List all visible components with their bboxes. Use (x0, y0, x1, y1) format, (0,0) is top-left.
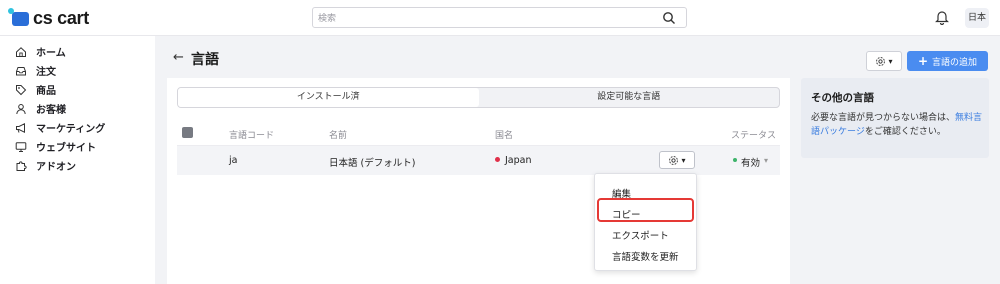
japan-flag-icon (495, 157, 500, 162)
tag-icon (16, 84, 27, 95)
status-indicator (733, 158, 737, 162)
sidebar-item-products[interactable]: 商品 (15, 82, 56, 97)
highlight-box (597, 198, 694, 222)
row-actions-button[interactable]: ▾ (659, 151, 695, 169)
search-placeholder: 検索 (318, 14, 337, 24)
sidebar-item-orders[interactable]: 注文 (15, 63, 56, 78)
tab-available[interactable]: 設定可能な言語 (479, 88, 780, 107)
inbox-icon (16, 66, 26, 75)
tab-installed[interactable]: インストール済 (178, 88, 479, 107)
gear-icon (669, 155, 679, 165)
search-input[interactable]: 検索 (312, 7, 687, 28)
sidebar-item-home[interactable]: ホーム (15, 44, 66, 59)
logo-text: cs cart (33, 8, 89, 28)
column-header-code[interactable]: 言語コード (229, 128, 274, 141)
caret-down-icon: ▾ (681, 155, 686, 165)
side-card-text: 必要な言語が見つからない場合は、無料言語パッケージをご確認ください。 (811, 111, 983, 139)
language-switcher[interactable]: 日本 (965, 8, 989, 28)
page-settings-button[interactable]: ▾ (866, 51, 902, 71)
column-header-name[interactable]: 名前 (329, 128, 347, 141)
row-status[interactable]: 有効 (741, 155, 760, 169)
sidebar-item-label: お客様 (36, 105, 66, 116)
sidebar-item-label: マーケティング (36, 124, 106, 135)
sidebar-item-label: 商品 (36, 86, 56, 97)
status-caret-icon[interactable]: ▾ (764, 156, 768, 165)
menu-item-export[interactable]: エクスポート (612, 228, 669, 242)
sidebar-item-label: 注文 (36, 67, 56, 78)
add-language-button[interactable]: + 言語の追加 (907, 51, 988, 71)
sidebar-item-customers[interactable]: お客様 (15, 101, 66, 116)
sidebar-item-label: アドオン (36, 162, 76, 173)
search-icon[interactable] (662, 11, 676, 25)
monitor-icon (15, 141, 27, 152)
row-actions-menu: 編集 コピー エクスポート 言語変数を更新 (594, 173, 697, 271)
page-title: 言語 (191, 52, 219, 68)
home-icon (16, 46, 26, 57)
back-arrow-icon[interactable]: ← (173, 50, 184, 65)
logo-mark-icon (8, 7, 29, 26)
plus-icon: + (917, 54, 929, 68)
row-language-name[interactable]: 日本語 (デフォルト) (329, 155, 415, 169)
sidebar-item-marketing[interactable]: マーケティング (15, 120, 105, 135)
side-card-text-after: をご確認ください。 (864, 127, 946, 137)
column-header-status[interactable]: ステータス (731, 128, 776, 141)
gear-icon (876, 56, 886, 66)
top-bar: cs cart 検索 日本 (0, 0, 1000, 36)
sidebar-item-label: ウェブサイト (36, 143, 96, 154)
select-all-checkbox[interactable] (182, 127, 193, 138)
sidebar-item-website[interactable]: ウェブサイト (15, 139, 96, 154)
bell-icon[interactable] (935, 9, 949, 25)
column-header-country[interactable]: 国名 (495, 128, 513, 141)
puzzle-icon (16, 160, 27, 171)
user-icon (16, 103, 26, 114)
megaphone-icon (16, 122, 25, 133)
side-card-title: その他の言語 (811, 92, 874, 104)
side-card-text-before: 必要な言語が見つからない場合は、 (811, 113, 956, 123)
caret-down-icon: ▾ (888, 56, 893, 66)
language-tabs: インストール済 設定可能な言語 (177, 87, 780, 108)
logo[interactable]: cs cart (8, 7, 89, 29)
add-language-label: 言語の追加 (932, 57, 978, 68)
menu-item-update-variables[interactable]: 言語変数を更新 (612, 249, 679, 263)
row-country: Japan (505, 155, 532, 166)
sidebar-item-addons[interactable]: アドオン (15, 158, 76, 173)
row-language-code: ja (229, 155, 238, 166)
sidebar-item-label: ホーム (36, 48, 66, 59)
